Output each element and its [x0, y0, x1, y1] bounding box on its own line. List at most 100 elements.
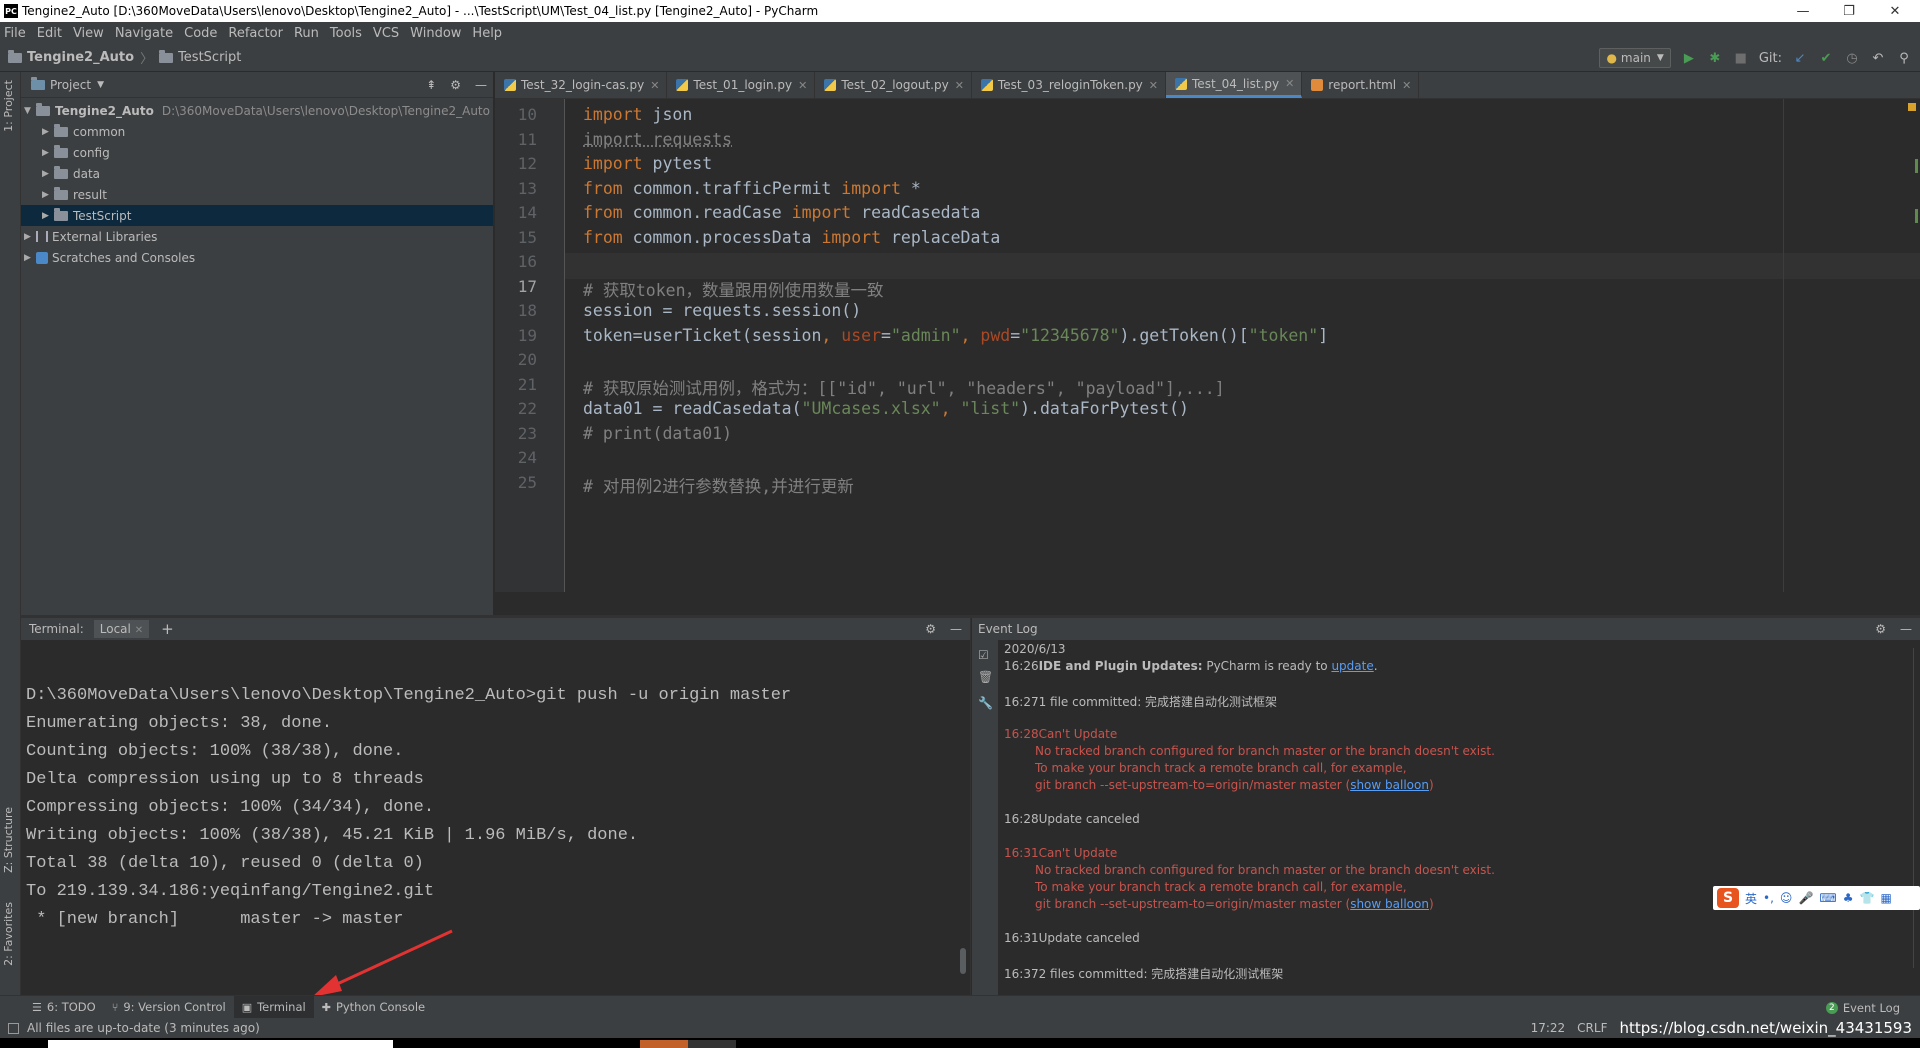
event-entry: 16:31Can't Update: [1004, 846, 1117, 860]
tab-report-html[interactable]: report.html ✕: [1302, 72, 1420, 98]
hide-panel-icon[interactable]: —: [950, 622, 962, 636]
update-link[interactable]: update: [1331, 659, 1373, 673]
microphone-icon[interactable]: 🎤: [1798, 891, 1813, 905]
close-tab-icon[interactable]: ✕: [650, 79, 659, 92]
close-tab-icon[interactable]: ✕: [1285, 77, 1294, 90]
breadcrumb-folder[interactable]: TestScript: [178, 50, 241, 65]
gear-icon[interactable]: ⚙: [1875, 622, 1886, 636]
keyboard-icon[interactable]: ⌨: [1819, 891, 1836, 905]
shirt-icon[interactable]: 👕: [1859, 891, 1874, 905]
todo-tool-button[interactable]: ☰ 6: TODO: [24, 996, 104, 1019]
code-editor[interactable]: 10 11 12 13 14 15 16 17 18 19 20 21 22 2…: [495, 99, 1920, 592]
trash-icon[interactable]: 🗑: [978, 670, 993, 684]
tree-item-label: External Libraries: [52, 229, 158, 244]
caret-position[interactable]: 17:22: [1531, 1021, 1566, 1035]
menu-window[interactable]: Window: [410, 26, 461, 41]
taskbar-app-button[interactable]: [688, 1040, 736, 1048]
menu-vcs[interactable]: VCS: [373, 26, 399, 41]
terminal-tool-button[interactable]: ▣ Terminal: [233, 995, 314, 1019]
stop-icon[interactable]: ■: [1733, 51, 1749, 66]
tree-scratches[interactable]: ▶ Scratches and Consoles: [21, 247, 493, 268]
run-icon[interactable]: ▶: [1681, 51, 1697, 66]
search-icon[interactable]: ⚲: [1896, 51, 1912, 66]
punctuation-icon[interactable]: •,: [1763, 891, 1774, 905]
change-marker[interactable]: [1915, 209, 1918, 223]
line-number: 25: [517, 473, 537, 492]
terminal-scrollbar[interactable]: [960, 948, 966, 974]
wrench-icon[interactable]: 🔧: [978, 696, 993, 710]
new-terminal-icon[interactable]: +: [161, 620, 174, 638]
debug-icon[interactable]: ✱: [1707, 51, 1723, 66]
menu-file[interactable]: File: [4, 26, 26, 41]
python-console-tool-button[interactable]: ✚ Python Console: [314, 996, 433, 1019]
tab-test-03[interactable]: Test_03_reloginToken.py ✕: [972, 72, 1167, 98]
event-log-scrollbar[interactable]: [1913, 648, 1918, 968]
structure-tool-tab[interactable]: Z: Structure: [2, 807, 15, 873]
skin-icon[interactable]: ♣: [1843, 891, 1854, 905]
git-history-icon[interactable]: ◷: [1844, 51, 1860, 66]
minimize-button[interactable]: —: [1780, 0, 1826, 22]
menu-help[interactable]: Help: [472, 26, 502, 41]
menu-code[interactable]: Code: [184, 26, 217, 41]
close-tab-icon[interactable]: ✕: [955, 79, 964, 92]
mark-all-read-icon[interactable]: ☑: [978, 648, 989, 662]
menu-run[interactable]: Run: [294, 26, 319, 41]
project-panel-title[interactable]: Project: [50, 78, 91, 92]
favorites-tool-tab[interactable]: 2: Favorites: [2, 902, 15, 966]
close-tab-icon[interactable]: ✕: [1149, 79, 1158, 92]
code-line: import json: [583, 105, 693, 124]
tab-test-32[interactable]: Test_32_login-cas.py ✕: [495, 72, 668, 98]
menu-view[interactable]: View: [73, 26, 104, 41]
git-rollback-icon[interactable]: ↶: [1870, 51, 1886, 66]
menu-edit[interactable]: Edit: [37, 26, 62, 41]
emoji-icon[interactable]: ☺: [1780, 891, 1793, 905]
close-tab-icon[interactable]: ✕: [1402, 79, 1411, 92]
close-tab-icon[interactable]: ✕: [798, 79, 807, 92]
close-window-button[interactable]: ✕: [1872, 0, 1918, 22]
line-separator[interactable]: CRLF: [1577, 1021, 1607, 1035]
ime-toolbar[interactable]: S 英 •, ☺ 🎤 ⌨ ♣ 👕 ▦: [1713, 886, 1920, 910]
menu-tools[interactable]: Tools: [330, 26, 362, 41]
tree-root[interactable]: ▼ Tengine2_Auto D:\360MoveData\Users\len…: [21, 100, 493, 121]
run-configuration-select[interactable]: ● main ▼: [1599, 48, 1671, 68]
terminal-tab-local[interactable]: Local ✕: [93, 620, 150, 638]
gear-icon[interactable]: ⚙: [925, 622, 936, 636]
tree-folder-data[interactable]: ▶ data: [21, 163, 493, 184]
tab-test-01[interactable]: Test_01_login.py ✕: [667, 72, 816, 98]
tree-folder-testscript[interactable]: ▶ TestScript: [21, 205, 493, 226]
git-commit-icon[interactable]: ✔: [1818, 51, 1834, 66]
tab-test-04[interactable]: Test_04_list.py ✕: [1166, 72, 1303, 98]
maximize-button[interactable]: ❐: [1826, 0, 1872, 22]
taskbar-search-box[interactable]: [48, 1040, 393, 1048]
tree-external-libraries[interactable]: ▶ External Libraries: [21, 226, 493, 247]
project-tool-tab[interactable]: 1: Project: [2, 80, 15, 132]
event-log-panel: Event Log ⚙ — ☑ 🗑 🔧 2020/6/13 16:26IDE a…: [972, 618, 1920, 995]
chevron-down-icon[interactable]: ▼: [97, 80, 104, 90]
tab-test-02[interactable]: Test_02_logout.py ✕: [815, 72, 972, 98]
menu-refactor[interactable]: Refactor: [228, 26, 283, 41]
grid-menu-icon[interactable]: ▦: [1880, 891, 1891, 905]
event-log-tool-button[interactable]: 2 Event Log: [1825, 996, 1900, 1019]
tree-folder-config[interactable]: ▶ config: [21, 142, 493, 163]
show-balloon-link[interactable]: show balloon: [1350, 897, 1429, 911]
git-update-icon[interactable]: ↙: [1792, 51, 1808, 66]
tree-folder-common[interactable]: ▶ common: [21, 121, 493, 142]
gear-icon[interactable]: ⚙: [450, 78, 461, 92]
change-marker[interactable]: [1915, 159, 1918, 173]
hide-panel-icon[interactable]: —: [475, 78, 487, 92]
close-tab-icon[interactable]: ✕: [135, 625, 143, 636]
tree-folder-result[interactable]: ▶ result: [21, 184, 493, 205]
hide-panel-icon[interactable]: —: [1900, 622, 1912, 636]
menu-navigate[interactable]: Navigate: [115, 26, 173, 41]
breadcrumb-project[interactable]: Tengine2_Auto: [27, 50, 134, 65]
ime-language-label[interactable]: 英: [1745, 890, 1757, 907]
event-error-line: To make your branch track a remote branc…: [1035, 761, 1407, 775]
menu-bar: File Edit View Navigate Code Refactor Ru…: [0, 22, 1920, 44]
warning-marker-icon[interactable]: [1908, 103, 1916, 111]
show-balloon-link[interactable]: show balloon: [1350, 778, 1429, 792]
line-number: 17: [517, 277, 537, 296]
version-control-tool-button[interactable]: ⑂ 9: Version Control: [104, 996, 234, 1019]
taskbar-app-button[interactable]: [640, 1040, 688, 1048]
status-toggle-icon[interactable]: [8, 1022, 19, 1034]
collapse-all-icon[interactable]: ⇞: [426, 78, 436, 92]
